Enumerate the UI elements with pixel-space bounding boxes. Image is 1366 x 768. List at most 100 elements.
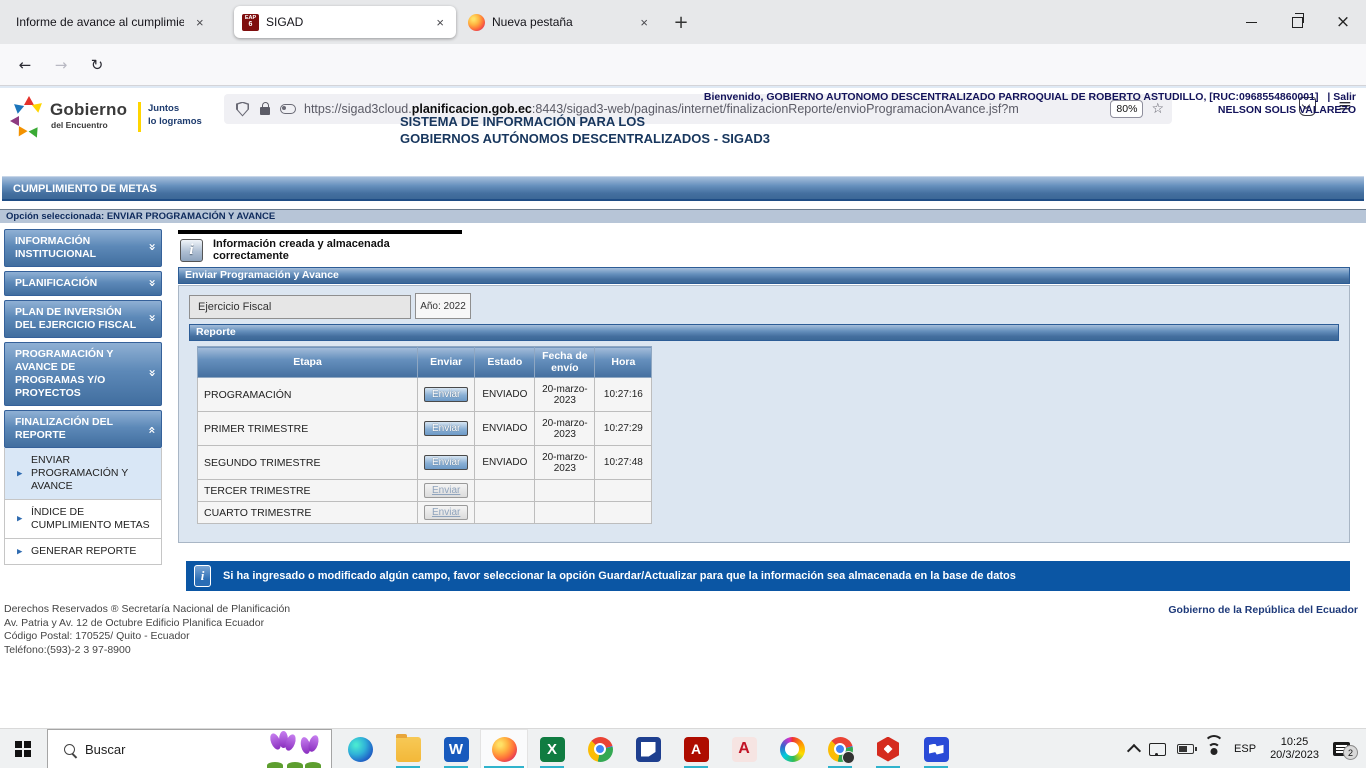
reload-button[interactable]: ↻ xyxy=(84,52,110,78)
language-indicator[interactable]: ESP xyxy=(1234,743,1256,755)
taskbar-chrome[interactable] xyxy=(576,729,624,768)
logout-link[interactable]: | Salir xyxy=(1327,91,1356,103)
col-etapa: Etapa xyxy=(198,347,418,378)
col-enviar: Enviar xyxy=(418,347,475,378)
tab-title: SIGAD xyxy=(266,15,424,29)
table-row: PRIMER TRIMESTRE Enviar ENVIADO 20-marzo… xyxy=(198,412,652,446)
taskbar-scanner[interactable] xyxy=(624,729,672,768)
clock[interactable]: 10:25 20/3/2023 xyxy=(1270,736,1319,762)
footer-government: Gobierno de la República del Ecuador xyxy=(1168,604,1358,616)
table-row: CUARTO TRIMESTRE Enviar xyxy=(198,502,652,524)
enviar-button-disabled[interactable]: Enviar xyxy=(424,483,468,498)
start-button[interactable] xyxy=(0,729,46,768)
sidebar-menu: INFORMACIÓN INSTITUCIONAL » PLANIFICACIÓ… xyxy=(4,229,162,565)
lock-icon[interactable] xyxy=(260,107,270,115)
enviar-button[interactable]: Enviar xyxy=(424,421,468,436)
fecha-cell: 20-marzo-2023 xyxy=(535,446,595,480)
scanner-icon xyxy=(636,737,661,762)
fecha-cell: 20-marzo-2023 xyxy=(535,412,595,446)
notice-text: Si ha ingresado o modificado algún campo… xyxy=(223,570,1016,582)
chevron-up-icon: » xyxy=(146,426,159,434)
back-button[interactable]: ← xyxy=(12,52,38,78)
sidebar-item-plan-inversion[interactable]: PLAN DE INVERSIÓN DEL EJERCICIO FISCAL » xyxy=(4,300,162,338)
word-icon: W xyxy=(444,737,469,762)
tab-close-icon[interactable]: × xyxy=(432,14,448,31)
tab-sigad[interactable]: EAP6 SIGAD × xyxy=(234,6,456,38)
tab-informe[interactable]: Informe de avance al cumplimiento × xyxy=(8,6,230,38)
taskbar-search[interactable]: Buscar xyxy=(47,729,332,768)
taskbar-color-ring-app[interactable] xyxy=(768,729,816,768)
taskbar-excel[interactable]: X xyxy=(528,729,576,768)
eap6-favicon: EAP6 xyxy=(242,14,259,31)
window-restore-button[interactable] xyxy=(1274,0,1320,44)
taskbar-security-app[interactable] xyxy=(864,729,912,768)
edge-icon xyxy=(348,737,373,762)
tab-close-icon[interactable]: × xyxy=(192,14,208,31)
page-top-strip xyxy=(0,86,1366,88)
excel-icon: X xyxy=(540,737,565,762)
taskbar-edge[interactable] xyxy=(336,729,384,768)
etapa-cell: SEGUNDO TRIMESTRE xyxy=(198,446,418,480)
system-title: SISTEMA DE INFORMACIÓN PARA LOS GOBIERNO… xyxy=(400,113,770,147)
taskbar-firefox[interactable] xyxy=(480,729,528,768)
tab-close-icon[interactable]: × xyxy=(636,14,652,31)
enviar-button-disabled[interactable]: Enviar xyxy=(424,505,468,520)
sidebar-subitem-enviar-programacion[interactable]: ▶ ENVIAR PROGRAMACIÓN Y AVANCE xyxy=(4,448,162,500)
info-icon: i xyxy=(180,239,203,262)
taskbar-acrobat[interactable]: A xyxy=(672,729,720,768)
wifi-icon[interactable] xyxy=(1206,743,1222,755)
tray-expand-icon[interactable] xyxy=(1127,744,1141,758)
window-minimize-button[interactable] xyxy=(1228,0,1274,44)
taskbar-chrome-profile[interactable] xyxy=(816,729,864,768)
estado-cell xyxy=(475,502,535,524)
tray-time: 10:25 xyxy=(1270,736,1319,749)
file-explorer-icon xyxy=(396,737,421,762)
acrobat-icon: A xyxy=(684,737,709,762)
table-header-row: Etapa Enviar Estado Fecha de envío Hora xyxy=(198,347,652,378)
enviar-button[interactable]: Enviar xyxy=(424,455,468,470)
taskbar-word[interactable]: W xyxy=(432,729,480,768)
tray-date: 20/3/2023 xyxy=(1270,749,1319,762)
battery-icon[interactable] xyxy=(1177,744,1194,754)
forward-button[interactable]: → xyxy=(48,52,74,78)
firefox-favicon xyxy=(468,14,485,31)
breadcrumb: Opción seleccionada: ENVIAR PROGRAMACIÓN… xyxy=(0,209,1366,223)
estado-cell: ENVIADO xyxy=(475,378,535,412)
etapa-cell: CUARTO TRIMESTRE xyxy=(198,502,418,524)
notification-center-icon[interactable]: 2 xyxy=(1333,742,1350,756)
sidebar-item-planificacion[interactable]: PLANIFICACIÓN » xyxy=(4,271,162,296)
logo-subword: del Encuentro xyxy=(51,120,108,130)
table-row: SEGUNDO TRIMESTRE Enviar ENVIADO 20-marz… xyxy=(198,446,652,480)
notification-badge: 2 xyxy=(1343,745,1358,760)
welcome-line: Bienvenido, GOBIERNO AUTONOMO DESCENTRAL… xyxy=(704,91,1356,103)
table-row: PROGRAMACIÓN Enviar ENVIADO 20-marzo-202… xyxy=(198,378,652,412)
sidebar-item-programacion-avance[interactable]: PROGRAMACIÓN Y AVANCE DE PROGRAMAS Y/O P… xyxy=(4,342,162,406)
fiscal-year-value: Año: 2022 xyxy=(415,293,471,319)
taskbar-apps: W X A A xyxy=(336,729,960,768)
hora-cell xyxy=(595,502,652,524)
taskbar-reader-app[interactable] xyxy=(912,729,960,768)
sidebar-item-finalizacion-reporte[interactable]: FINALIZACIÓN DEL REPORTE » xyxy=(4,410,162,448)
fecha-cell xyxy=(535,480,595,502)
logo-tagline-2: lo logramos xyxy=(148,116,202,127)
fecha-cell xyxy=(535,502,595,524)
new-tab-button[interactable]: + xyxy=(668,10,694,36)
fecha-cell: 20-marzo-2023 xyxy=(535,378,595,412)
system-tray: ESP 10:25 20/3/2023 2 xyxy=(1129,729,1366,768)
close-icon: × xyxy=(1336,14,1350,31)
sidebar-subitem-indice-cumplimiento[interactable]: ▶ ÍNDICE DE CUMPLIMIENTO METAS xyxy=(4,500,162,539)
permissions-icon[interactable] xyxy=(280,104,296,114)
enviar-button[interactable]: Enviar xyxy=(424,387,468,402)
col-hora: Hora xyxy=(595,347,652,378)
sidebar-item-informacion-institucional[interactable]: INFORMACIÓN INSTITUCIONAL » xyxy=(4,229,162,267)
sidebar-subitem-generar-reporte[interactable]: ▶ GENERAR REPORTE xyxy=(4,539,162,565)
taskbar-autocad[interactable]: A xyxy=(720,729,768,768)
chevron-down-icon: » xyxy=(146,314,159,322)
window-close-button[interactable]: × xyxy=(1320,0,1366,44)
chrome-icon xyxy=(588,737,613,762)
hora-cell: 10:27:48 xyxy=(595,446,652,480)
taskbar-file-explorer[interactable] xyxy=(384,729,432,768)
tab-nueva-pestana[interactable]: Nueva pestaña × xyxy=(460,6,660,38)
bookmark-star-icon[interactable]: ☆ xyxy=(1151,101,1164,117)
cast-monitor-icon[interactable] xyxy=(1149,743,1166,756)
